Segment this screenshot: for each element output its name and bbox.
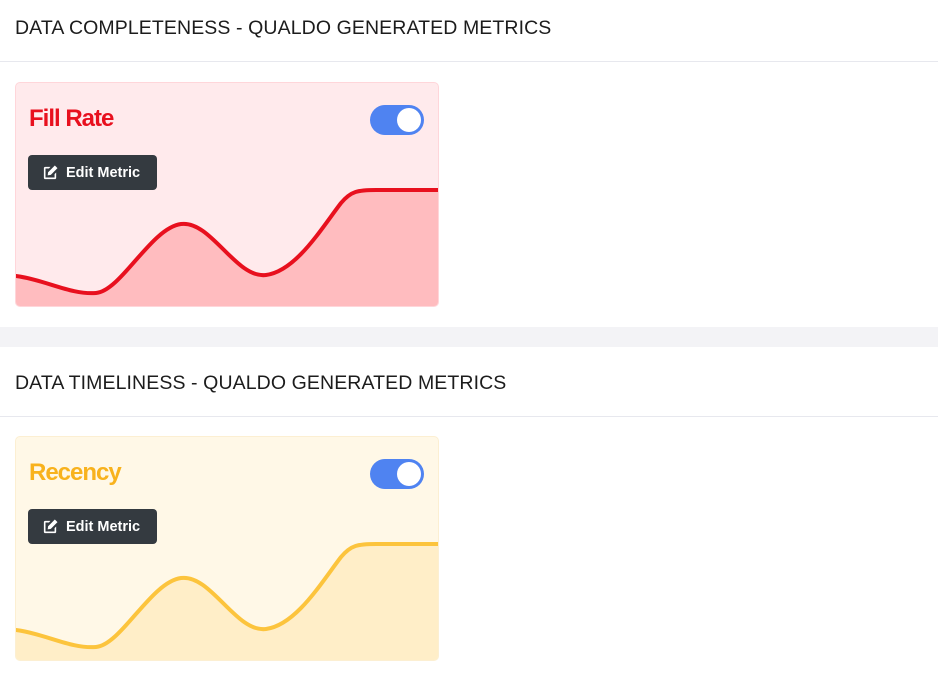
edit-metric-button[interactable]: Edit Metric (28, 509, 157, 544)
data-completeness-section: DATA COMPLETENESS - QUALDO GENERATED MET… (0, 0, 938, 327)
metric-title: Fill Rate (29, 105, 114, 132)
metric-card-recency: Recency Edit Metric (15, 436, 439, 661)
section-title: DATA COMPLETENESS - QUALDO GENERATED MET… (15, 17, 552, 39)
toggle-knob (397, 108, 421, 132)
metric-card-fill-rate: Fill Rate Edit Metric (15, 82, 439, 307)
metric-title: Recency (29, 459, 122, 486)
edit-icon (43, 519, 58, 534)
edit-metric-button[interactable]: Edit Metric (28, 155, 157, 190)
metric-toggle[interactable] (370, 105, 424, 135)
metric-toggle[interactable] (370, 459, 424, 489)
edit-metric-label: Edit Metric (66, 518, 141, 535)
section-header: DATA COMPLETENESS - QUALDO GENERATED MET… (0, 0, 938, 62)
sparkline-area (16, 544, 438, 660)
toggle-knob (397, 462, 421, 486)
edit-metric-label: Edit Metric (66, 164, 141, 181)
data-timeliness-section: DATA TIMELINESS - QUALDO GENERATED METRI… (0, 347, 938, 683)
section-header: DATA TIMELINESS - QUALDO GENERATED METRI… (0, 347, 938, 417)
section-title: DATA TIMELINESS - QUALDO GENERATED METRI… (15, 372, 507, 394)
edit-icon (43, 165, 58, 180)
sparkline-area (16, 190, 438, 306)
